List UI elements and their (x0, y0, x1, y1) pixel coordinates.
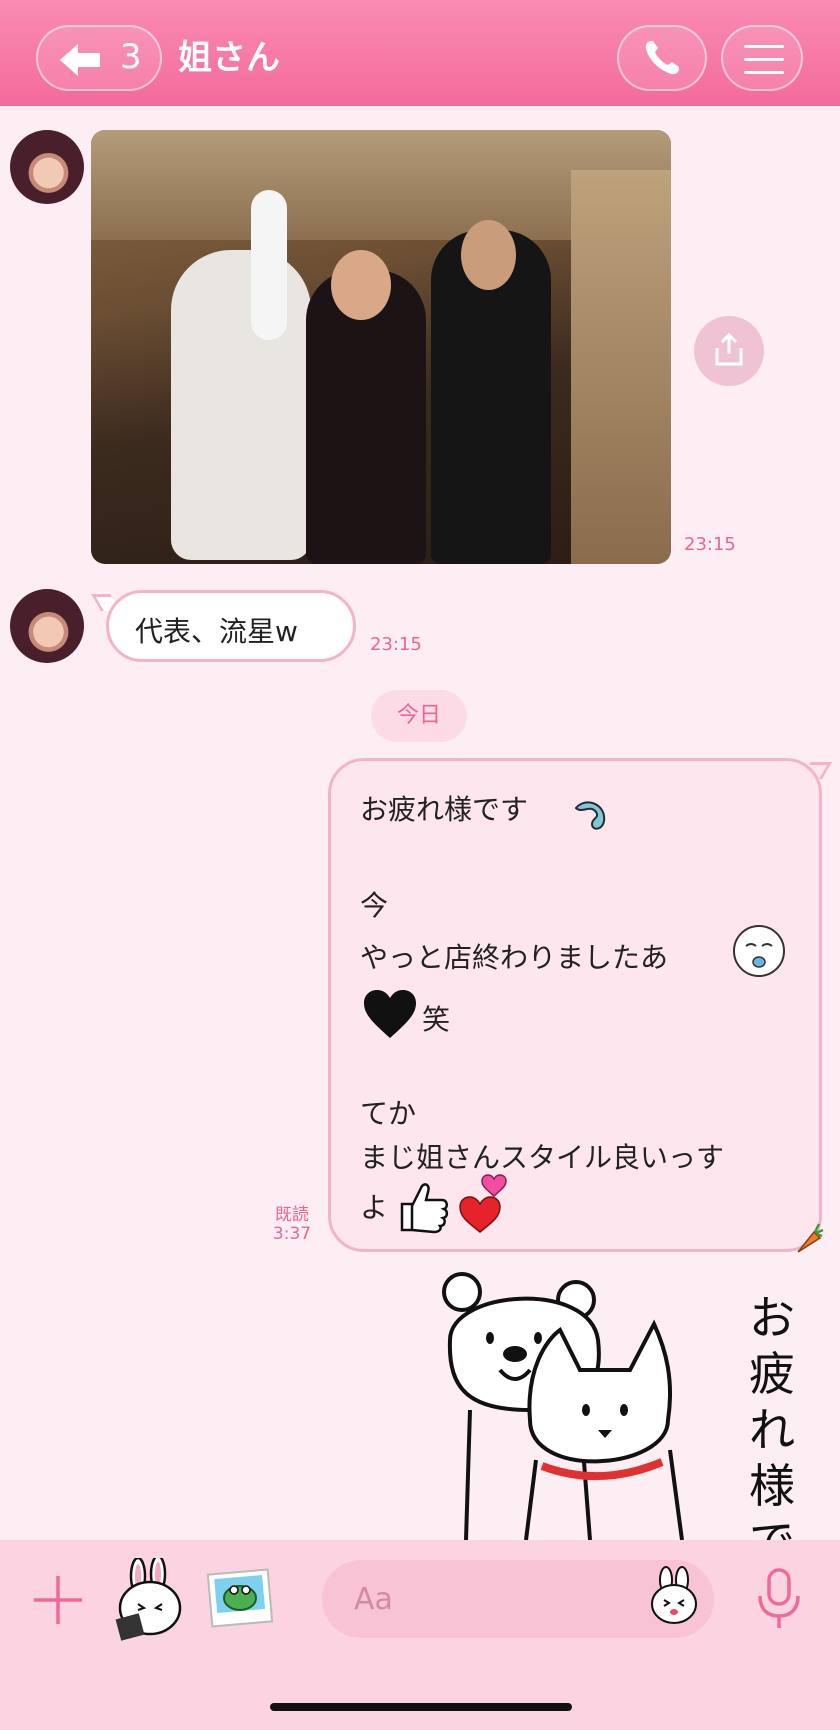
plus-icon[interactable] (30, 1572, 86, 1628)
input-bar (0, 1540, 840, 1730)
message-line: お疲れ様です (360, 793, 529, 826)
bean-emoji-icon (574, 801, 606, 830)
hamburger-menu-icon (744, 45, 784, 48)
date-separator: 今日 (371, 690, 467, 742)
read-label: 既読 (275, 1205, 309, 1225)
message-time: 23:15 (684, 534, 736, 555)
photo-message[interactable] (91, 130, 671, 564)
home-indicator[interactable] (270, 1703, 572, 1711)
share-icon (715, 332, 743, 366)
message-line: てか (360, 1097, 417, 1130)
phone-icon (645, 41, 679, 75)
share-button[interactable] (694, 316, 764, 386)
black-heart-icon (364, 990, 416, 1038)
message-line: やっと店終わりましたあ (360, 941, 669, 974)
message-line: 今 (360, 889, 389, 922)
message-line: 笑 (422, 1003, 451, 1036)
back-button[interactable]: 3 (36, 25, 162, 91)
message-text: 代表、流星w (135, 615, 298, 648)
hearts-icon (459, 1174, 507, 1233)
sleepy-face-emoji-icon (733, 925, 785, 977)
message-input[interactable] (322, 1560, 714, 1638)
mic-icon[interactable] (754, 1566, 804, 1630)
menu-button[interactable] (721, 25, 803, 91)
received-message[interactable]: 代表、流星w (106, 590, 356, 662)
message-line: よ (360, 1191, 389, 1224)
message-line: まじ姐さんスタイル良いっす (360, 1141, 725, 1174)
sender-avatar[interactable] (10, 589, 84, 663)
sender-avatar[interactable] (10, 130, 84, 204)
call-button[interactable] (617, 25, 707, 91)
message-text-field[interactable] (352, 1578, 636, 1620)
back-arrow-icon (60, 44, 100, 76)
thumbs-up-icon (400, 1183, 449, 1234)
chat-title: 姐さん (178, 38, 280, 78)
message-time: 23:15 (370, 634, 422, 655)
carrot-icon (797, 1223, 824, 1253)
emoji-icon[interactable] (648, 1566, 700, 1626)
sticker-vertical-text: お 疲 れ 様 で (749, 1291, 795, 1569)
unread-count: 3 (120, 37, 142, 77)
photo-icon[interactable] (204, 1562, 276, 1634)
chat-header: 3 姐さん (0, 0, 840, 106)
read-time: 3:37 (272, 1224, 312, 1244)
sticker-icon[interactable] (112, 1558, 188, 1642)
